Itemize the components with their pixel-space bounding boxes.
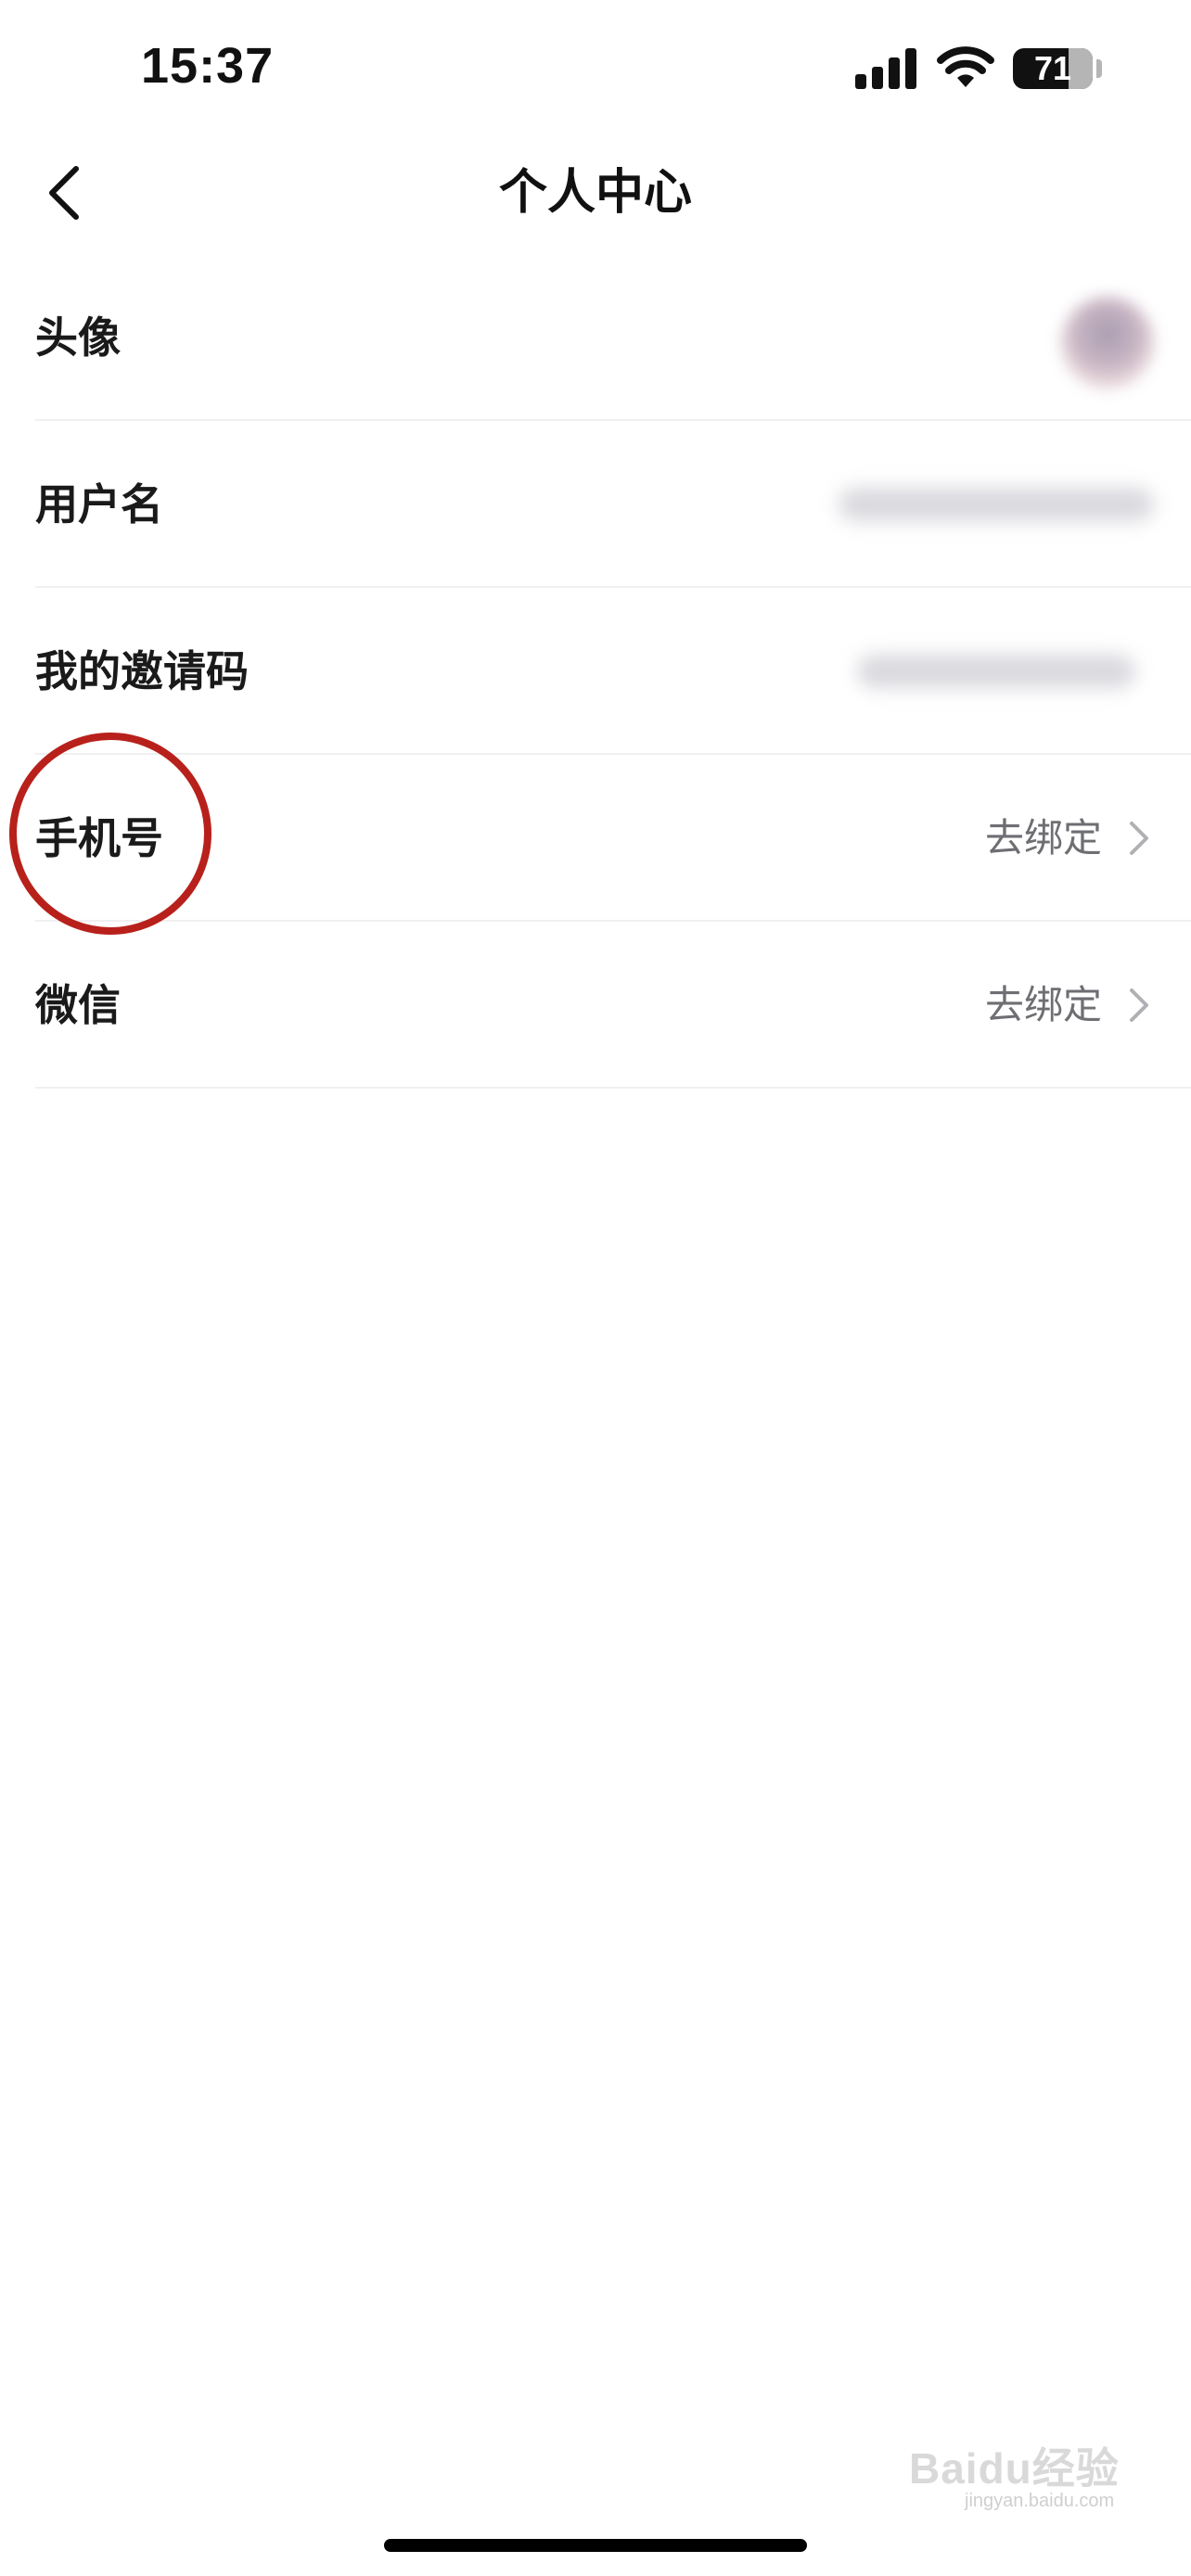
chevron-right-icon [1130,988,1148,1022]
back-button[interactable] [28,156,102,230]
row-label: 用户名 [35,479,163,529]
row-label: 我的邀请码 [35,646,249,696]
status-bar: 15:37 71 [0,0,1191,139]
chevron-right-icon [1130,822,1148,855]
home-indicator[interactable] [384,2539,807,2552]
row-wechat[interactable]: 微信 去绑定 [0,922,1191,1089]
wifi-icon [937,46,994,87]
battery-icon: 71 [1013,48,1093,89]
row-avatar[interactable]: 头像 [0,254,1191,421]
highlight-circle-annotation [9,733,211,935]
blurred-invite-code-value [857,655,1135,688]
row-username[interactable]: 用户名 [0,421,1191,588]
status-time: 15:37 [141,38,275,94]
battery-level: 71 [1033,49,1072,87]
row-value[interactable]: 去绑定 [985,755,1102,922]
baidu-watermark: Baidu经验 [909,2444,1120,2493]
row-label: 头像 [35,312,121,363]
row-label: 微信 [35,980,121,1030]
avatar[interactable] [1061,297,1154,389]
battery-tip [1096,59,1102,78]
row-invite-code[interactable]: 我的邀请码 [0,588,1191,755]
chevron-left-icon [49,166,79,220]
divider [35,1087,1191,1089]
watermark-url: jingyan.baidu.com [965,2491,1115,2511]
page-title: 个人中心 [498,165,692,221]
profile-settings-list: 头像 用户名 我的邀请码 手机号 去绑定 微信 去绑定 [0,254,1191,1089]
blurred-username-value [839,488,1154,521]
cellular-signal-icon [855,46,918,89]
row-value[interactable]: 去绑定 [985,922,1102,1089]
